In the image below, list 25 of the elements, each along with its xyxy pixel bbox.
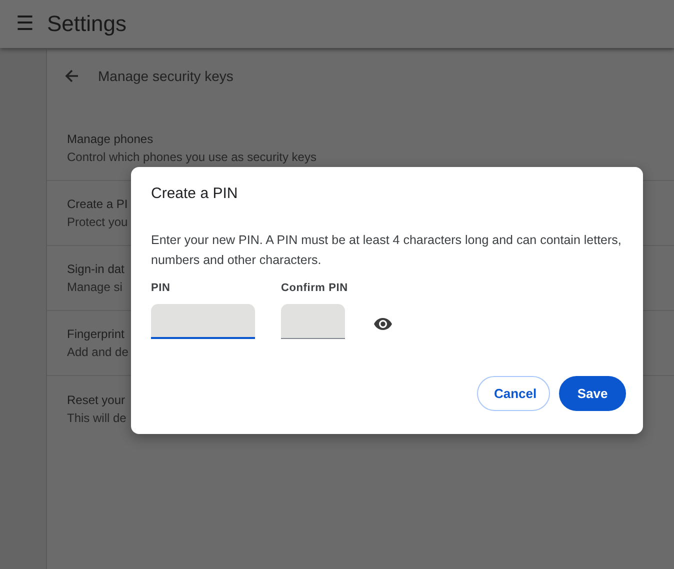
save-button[interactable]: Save: [559, 376, 626, 411]
dialog-title: Create a PIN: [151, 185, 238, 202]
menu-button[interactable]: ☰: [16, 14, 34, 34]
dialog-message: Enter your new PIN. A PIN must be at least 4 characters long and can contain letters, numbers and other characters.: [151, 232, 622, 269]
item-description: Add and de: [67, 345, 128, 359]
page-title: Manage security keys: [98, 68, 234, 84]
item-title: Manage phones: [67, 132, 154, 146]
field-label: Confirm PIN: [281, 282, 348, 294]
input-field[interactable]: [151, 304, 255, 339]
back-arrow-icon: [64, 68, 80, 84]
item-title: Create a PI: [67, 197, 128, 211]
back-button[interactable]: [64, 68, 80, 84]
field-label: PIN: [151, 282, 170, 294]
cancel-button[interactable]: Cancel: [477, 376, 550, 411]
item-title: Fingerprint: [67, 327, 124, 341]
item-description: Protect you: [67, 215, 128, 229]
app-title: Settings: [47, 11, 126, 37]
item-description: Control which phones you use as security keys: [67, 150, 316, 164]
item-title: Reset your: [67, 392, 126, 406]
item-title: Sign-in dat: [67, 262, 124, 276]
input-field[interactable]: [281, 304, 345, 339]
item-description: Manage si: [67, 280, 122, 294]
show-password-button[interactable]: [374, 318, 392, 330]
eye-icon: [374, 318, 392, 330]
item-description: This will de: [67, 410, 126, 424]
